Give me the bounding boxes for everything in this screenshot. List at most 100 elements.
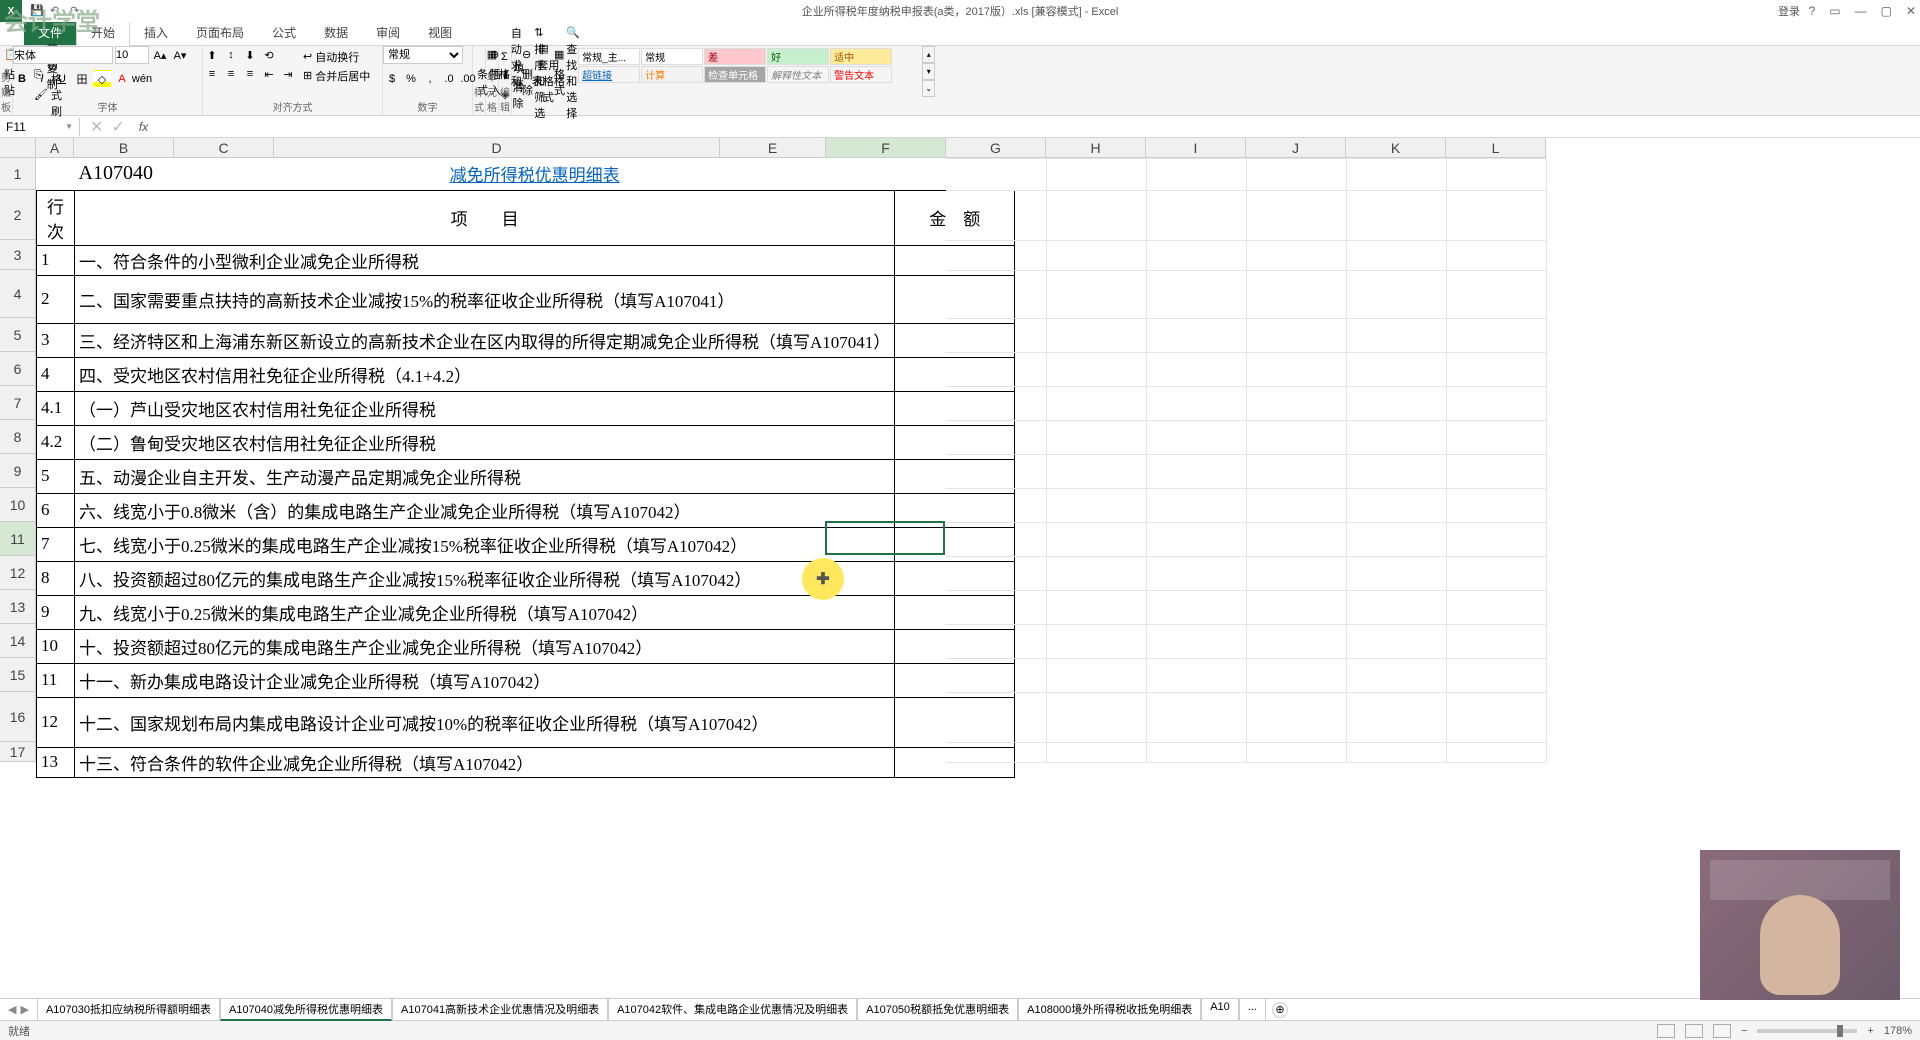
redo-icon[interactable]: ↷	[70, 4, 84, 18]
style-normal[interactable]: 常规	[641, 48, 703, 65]
style-more-icon[interactable]: ⌄	[922, 80, 935, 97]
currency-button[interactable]: $	[383, 70, 401, 88]
col-header-I[interactable]: I	[1146, 138, 1246, 157]
decrease-font-button[interactable]: A▾	[171, 46, 189, 64]
comma-button[interactable]: ,	[421, 70, 439, 88]
style-explain[interactable]: 解释性文本	[767, 66, 829, 83]
row-header-9[interactable]: 9	[0, 454, 35, 488]
increase-decimal[interactable]: .0	[440, 70, 458, 88]
tab-insert[interactable]: 插入	[130, 20, 182, 45]
col-header-D[interactable]: D	[274, 138, 720, 157]
tab-data[interactable]: 数据	[310, 20, 362, 45]
col-header-L[interactable]: L	[1446, 138, 1546, 157]
column-headers[interactable]: ABCDEFGHIJKL	[36, 138, 1546, 158]
border-button[interactable]: 田	[73, 70, 91, 88]
chevron-down-icon[interactable]: ▼	[65, 122, 73, 131]
zoom-slider[interactable]	[1757, 1029, 1857, 1033]
maximize-icon[interactable]: ▢	[1881, 4, 1892, 18]
help-icon[interactable]: ?	[1809, 4, 1816, 18]
minimize-icon[interactable]: —	[1855, 4, 1867, 18]
align-top[interactable]: ⬆	[203, 46, 221, 64]
worksheet-content[interactable]: A107040减免所得税优惠明细表行次项 目金 额1一、符合条件的小型微利企业减…	[36, 158, 1015, 778]
sheet-tab-more[interactable]: ...	[1239, 999, 1266, 1021]
style-calc[interactable]: 计算	[641, 66, 703, 83]
sheet-tabs[interactable]: A107030抵扣应纳税所得额明细表A107040减免所得税优惠明细表A1070…	[37, 999, 1266, 1021]
row-header-13[interactable]: 13	[0, 590, 35, 624]
col-header-F[interactable]: F	[826, 138, 946, 157]
zoom-out-button[interactable]: −	[1741, 1025, 1747, 1037]
col-header-H[interactable]: H	[1046, 138, 1146, 157]
row-header-4[interactable]: 4	[0, 270, 35, 318]
zoom-level[interactable]: 178%	[1884, 1025, 1912, 1037]
font-name-input[interactable]	[13, 46, 113, 64]
bold-button[interactable]: B	[13, 70, 31, 88]
style-gallery[interactable]: 常规_主... 常规 差 好 适中 超链接 计算 检查单元格 解释性文本 警告文…	[576, 46, 918, 85]
view-page-layout-button[interactable]	[1685, 1024, 1703, 1038]
row-header-11[interactable]: 11	[0, 522, 35, 556]
col-header-K[interactable]: K	[1346, 138, 1446, 157]
merge-button[interactable]: ⊞合并后居中	[301, 67, 372, 84]
indent-dec[interactable]: ⇤	[260, 65, 278, 83]
style-scroll[interactable]: ▴▾⌄	[922, 46, 935, 97]
style-good[interactable]: 好	[767, 48, 829, 65]
row-header-16[interactable]: 16	[0, 692, 35, 742]
row-header-2[interactable]: 2	[0, 190, 35, 240]
tab-next-icon[interactable]: ▶	[20, 1003, 28, 1016]
select-all-corner[interactable]	[0, 138, 36, 158]
col-header-J[interactable]: J	[1246, 138, 1346, 157]
tab-formulas[interactable]: 公式	[258, 20, 310, 45]
sheet-tab-6[interactable]: A10	[1201, 999, 1239, 1021]
close-icon[interactable]: ✕	[1906, 4, 1916, 18]
row-headers[interactable]: 1234567891011121314151617	[0, 158, 36, 762]
style-up-icon[interactable]: ▴	[922, 46, 935, 63]
row-header-3[interactable]: 3	[0, 240, 35, 270]
style-bad[interactable]: 差	[704, 48, 766, 65]
sheet-tab-5[interactable]: A108000境外所得税收抵免明细表	[1018, 999, 1201, 1021]
style-down-icon[interactable]: ▾	[922, 63, 935, 80]
login-link[interactable]: 登录	[1778, 3, 1800, 19]
view-normal-button[interactable]	[1657, 1024, 1675, 1038]
row-header-17[interactable]: 17	[0, 742, 35, 762]
sort-filter-button[interactable]: ⇅排序和筛选	[530, 46, 558, 100]
name-box[interactable]: F11▼	[0, 118, 80, 136]
col-header-G[interactable]: G	[946, 138, 1046, 157]
align-left[interactable]: ≡	[203, 65, 221, 83]
tab-prev-icon[interactable]: ◀	[8, 1003, 16, 1016]
view-page-break-button[interactable]	[1713, 1024, 1731, 1038]
cancel-formula-icon[interactable]: ✕	[90, 117, 103, 137]
row-header-12[interactable]: 12	[0, 556, 35, 590]
row-header-5[interactable]: 5	[0, 318, 35, 352]
indent-inc[interactable]: ⇥	[279, 65, 297, 83]
align-center[interactable]: ≡	[222, 65, 240, 83]
font-color-button[interactable]: A	[113, 70, 131, 88]
zoom-in-button[interactable]: +	[1867, 1025, 1873, 1037]
style-check[interactable]: 检查单元格	[704, 66, 766, 83]
col-header-C[interactable]: C	[174, 138, 274, 157]
row-header-14[interactable]: 14	[0, 624, 35, 658]
row-header-15[interactable]: 15	[0, 658, 35, 692]
save-icon[interactable]: 💾	[30, 4, 44, 18]
row-header-10[interactable]: 10	[0, 488, 35, 522]
underline-button[interactable]: U	[53, 70, 71, 88]
sheet-area[interactable]: ABCDEFGHIJKL 1234567891011121314151617 A…	[0, 138, 1920, 998]
increase-font-button[interactable]: A▴	[151, 46, 169, 64]
row-header-1[interactable]: 1	[0, 158, 35, 190]
find-select-button[interactable]: 🔍查找和选择	[562, 46, 590, 100]
percent-button[interactable]: %	[402, 70, 420, 88]
add-sheet-button[interactable]: ⊕	[1272, 1002, 1288, 1018]
fx-icon[interactable]: fx	[135, 120, 152, 134]
style-warn[interactable]: 警告文本	[830, 66, 892, 83]
quick-access-toolbar[interactable]: 💾 ↶ ↷	[26, 4, 84, 18]
row-header-8[interactable]: 8	[0, 420, 35, 454]
align-right[interactable]: ≡	[241, 65, 259, 83]
row-header-7[interactable]: 7	[0, 386, 35, 420]
ribbon-options-icon[interactable]: ▭	[1829, 4, 1840, 18]
sheet-tab-3[interactable]: A107042软件、集成电路企业优惠情况及明细表	[608, 999, 857, 1021]
font-size-input[interactable]	[115, 46, 149, 64]
col-header-E[interactable]: E	[720, 138, 826, 157]
orientation[interactable]: ⟲	[260, 46, 278, 64]
col-header-B[interactable]: B	[74, 138, 174, 157]
phonetic-button[interactable]: wén	[133, 70, 151, 88]
italic-button[interactable]: I	[33, 70, 51, 88]
tab-page-layout[interactable]: 页面布局	[182, 20, 258, 45]
